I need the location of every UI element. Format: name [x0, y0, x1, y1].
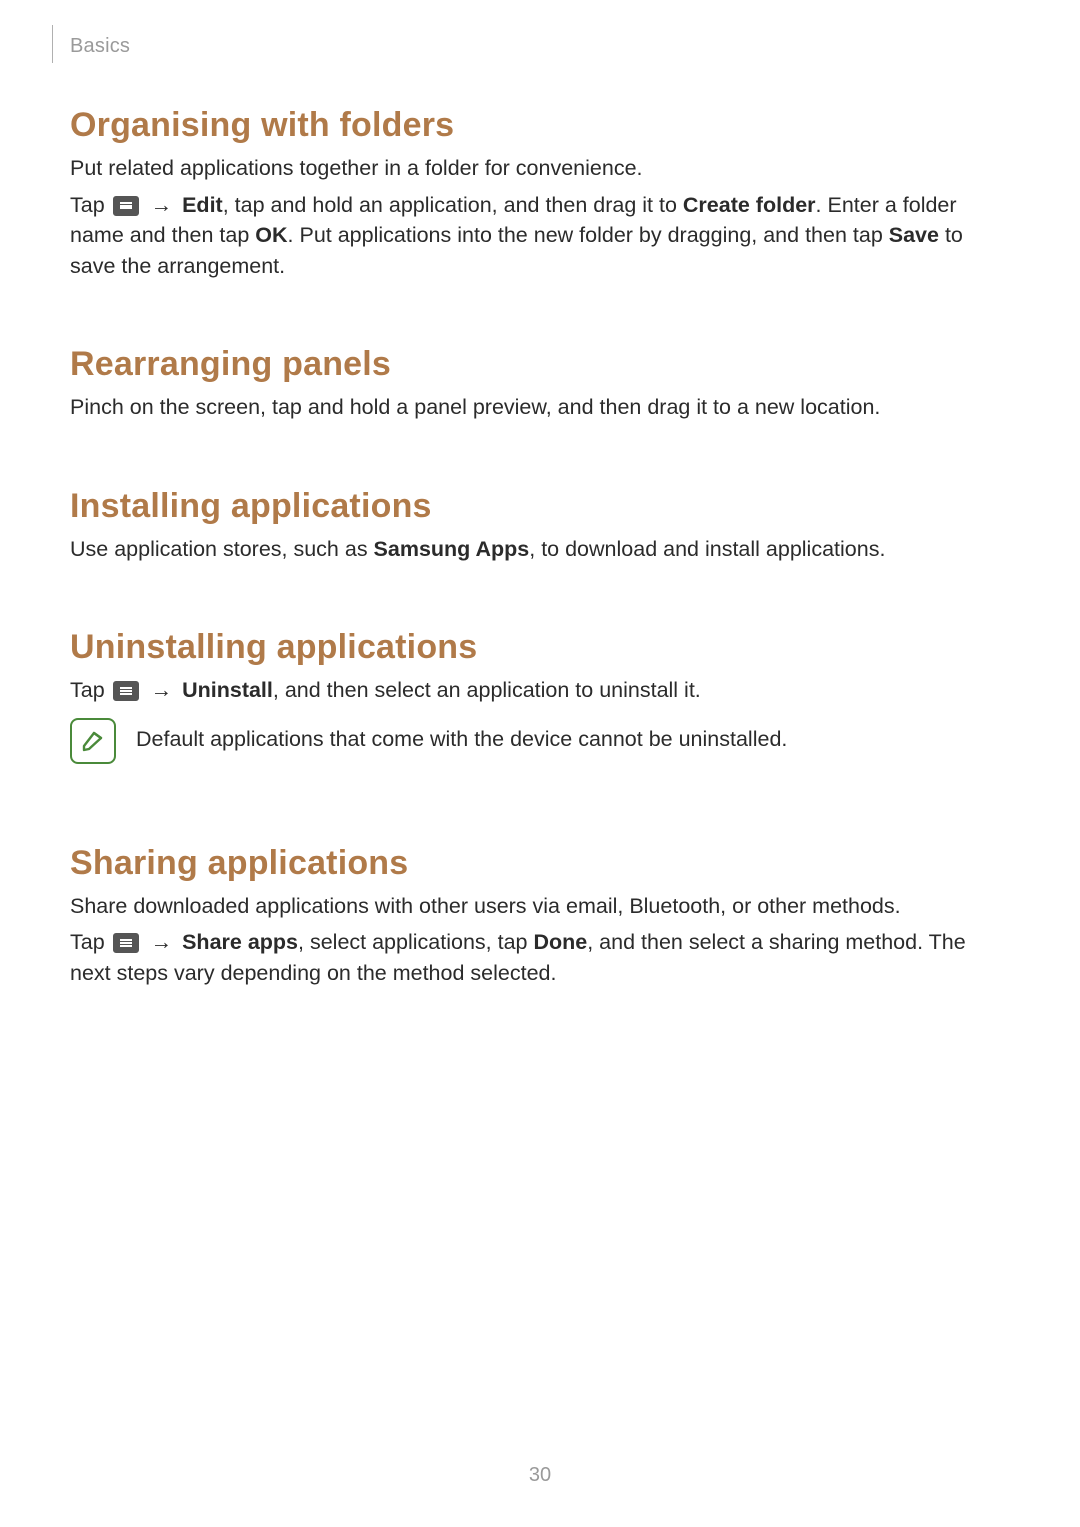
installing-p1: Use application stores, such as Samsung … — [70, 534, 1010, 565]
header-divider — [52, 25, 53, 63]
header-section-label: Basics — [70, 35, 130, 58]
note-text: Default applications that come with the … — [136, 716, 787, 755]
organising-p2: Tap → Edit, tap and hold an application,… — [70, 190, 1010, 282]
arrow-icon: → — [141, 193, 182, 217]
page-number: 30 — [0, 1464, 1080, 1487]
heading-uninstalling: Uninstalling applications — [70, 628, 1010, 667]
text: , tap and hold an application, and then … — [223, 193, 683, 217]
text: . Put applications into the new folder b… — [288, 223, 889, 247]
arrow-icon: → — [141, 930, 182, 954]
note-icon — [70, 718, 116, 764]
text: , select applications, tap — [298, 930, 533, 954]
text: Tap — [70, 678, 111, 702]
bold-samsung-apps: Samsung Apps — [374, 537, 530, 561]
arrow-icon: → — [141, 678, 182, 702]
rearranging-p1: Pinch on the screen, tap and hold a pane… — [70, 392, 1010, 423]
page-content: Organising with folders Put related appl… — [70, 100, 1010, 994]
bold-save: Save — [889, 223, 939, 247]
bold-ok: OK — [255, 223, 287, 247]
sharing-p1: Share downloaded applications with other… — [70, 891, 1010, 922]
heading-installing: Installing applications — [70, 487, 1010, 526]
heading-organising: Organising with folders — [70, 106, 1010, 145]
text: Use application stores, such as — [70, 537, 374, 561]
text: Tap — [70, 930, 111, 954]
menu-icon — [113, 933, 139, 953]
bold-done: Done — [533, 930, 587, 954]
menu-icon — [113, 681, 139, 701]
bold-share-apps: Share apps — [182, 930, 298, 954]
heading-sharing: Sharing applications — [70, 844, 1010, 883]
bold-edit: Edit — [182, 193, 223, 217]
organising-p1: Put related applications together in a f… — [70, 153, 1010, 184]
bold-create-folder: Create folder — [683, 193, 816, 217]
text: , to download and install applications. — [529, 537, 885, 561]
text: , and then select an application to unin… — [273, 678, 701, 702]
bold-uninstall: Uninstall — [182, 678, 273, 702]
heading-rearranging: Rearranging panels — [70, 345, 1010, 384]
text: Tap — [70, 193, 111, 217]
menu-icon — [113, 196, 139, 216]
sharing-p2: Tap → Share apps, select applications, t… — [70, 927, 1010, 988]
uninstalling-p1: Tap → Uninstall, and then select an appl… — [70, 675, 1010, 706]
note-row: Default applications that come with the … — [70, 716, 1010, 764]
